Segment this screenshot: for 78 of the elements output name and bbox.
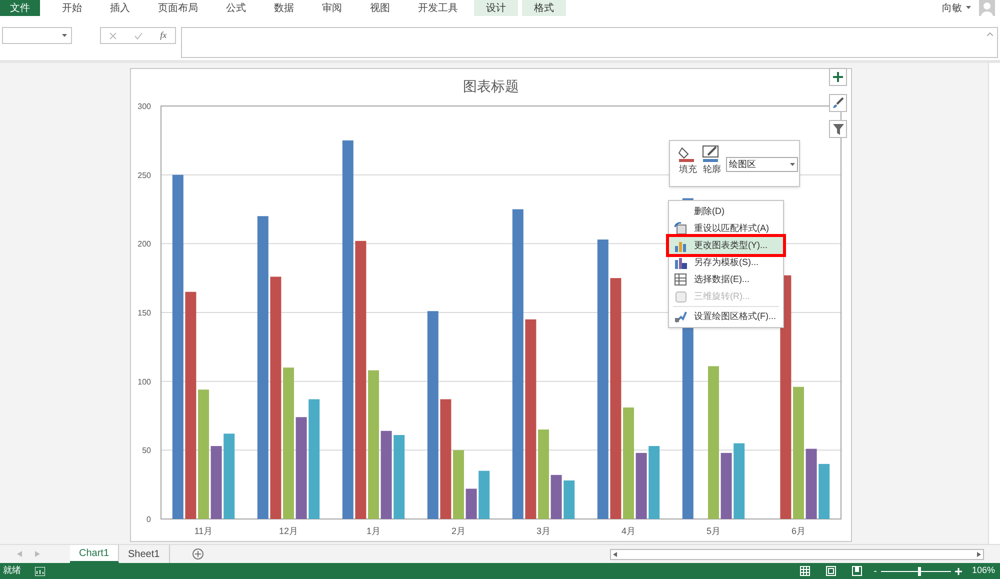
fill-label[interactable]: 填充 bbox=[679, 163, 697, 176]
bar bbox=[466, 488, 477, 519]
ribbon-tab[interactable]: 视图 bbox=[358, 0, 402, 16]
formula-input[interactable] bbox=[181, 27, 998, 58]
scroll-left-icon[interactable] bbox=[613, 552, 617, 556]
axis-label: 4月 bbox=[622, 526, 636, 536]
check-icon[interactable] bbox=[134, 32, 144, 40]
bar bbox=[818, 464, 830, 519]
bar bbox=[478, 470, 490, 519]
macro-icon[interactable] bbox=[35, 566, 45, 576]
axis-label: 0 bbox=[146, 515, 151, 524]
template-icon bbox=[674, 256, 688, 270]
reset-icon bbox=[674, 222, 688, 236]
axis-label: 100 bbox=[138, 377, 151, 386]
add-element-button[interactable] bbox=[829, 68, 847, 86]
axis-label: 12月 bbox=[279, 526, 298, 536]
page-layout-icon[interactable] bbox=[826, 566, 836, 576]
bar bbox=[564, 480, 575, 519]
zoom-level[interactable]: 106% bbox=[972, 564, 995, 578]
filter-button[interactable] bbox=[829, 120, 847, 138]
element-dropdown[interactable]: 绘图区 bbox=[726, 157, 798, 172]
bar bbox=[720, 452, 732, 519]
vertical-scrollbar[interactable] bbox=[988, 63, 1000, 544]
axis-label: 2月 bbox=[452, 526, 466, 536]
axis-label: 200 bbox=[138, 240, 151, 249]
axis-label: 250 bbox=[138, 170, 151, 180]
caret-icon bbox=[62, 34, 67, 38]
format-icon bbox=[674, 310, 688, 324]
style-button[interactable] bbox=[829, 94, 847, 112]
ribbon-tab[interactable]: 文件 bbox=[0, 0, 40, 16]
function-button[interactable]: fx bbox=[160, 28, 167, 42]
ribbon-tab[interactable]: 设计 bbox=[474, 0, 518, 16]
user-name[interactable]: 向敏 bbox=[942, 0, 962, 16]
ribbon-tab[interactable]: 数据 bbox=[262, 0, 306, 16]
bar bbox=[550, 474, 562, 519]
menu-item[interactable]: 选择数据(E)... bbox=[669, 271, 783, 288]
ribbon-tab[interactable]: 开始 bbox=[50, 0, 94, 16]
bar bbox=[806, 448, 817, 519]
menu-item[interactable]: 更改图表类型(Y)... bbox=[669, 237, 783, 254]
axis-label: 150 bbox=[138, 308, 151, 318]
sheet-tab[interactable]: Chart1 bbox=[70, 545, 120, 563]
outline-label[interactable]: 轮廓 bbox=[703, 163, 721, 176]
caret-icon bbox=[966, 6, 971, 10]
ribbon-tab[interactable]: 格式 bbox=[522, 0, 566, 16]
axis-label: 6月 bbox=[792, 526, 806, 536]
axis-label: 1月 bbox=[366, 526, 380, 536]
axis-label: 300 bbox=[138, 102, 151, 111]
zoom-in-icon[interactable] bbox=[954, 568, 962, 574]
horizontal-scrollbar[interactable] bbox=[610, 548, 984, 560]
normal-view-icon[interactable] bbox=[800, 566, 810, 576]
scroll-right-icon[interactable] bbox=[977, 552, 981, 556]
plus-icon bbox=[833, 72, 843, 82]
table-icon bbox=[674, 272, 688, 286]
menu-item[interactable]: 另存为模板(S)... bbox=[669, 254, 783, 271]
bar bbox=[636, 452, 647, 519]
ribbon-tab[interactable]: 插入 bbox=[98, 0, 142, 16]
status-text: 就绪 bbox=[3, 564, 21, 578]
axis-label: 50 bbox=[142, 446, 151, 456]
ribbon-tab[interactable]: 公式 bbox=[214, 0, 258, 16]
cube-icon bbox=[674, 290, 688, 304]
zoom-out-button[interactable]: - bbox=[874, 564, 877, 578]
menu-item[interactable]: 设置绘图区格式(F)... bbox=[669, 308, 783, 325]
page-break-icon[interactable] bbox=[852, 566, 862, 576]
ribbon-tab[interactable]: 页面布局 bbox=[146, 0, 210, 16]
zoom-slider-thumb[interactable] bbox=[918, 566, 922, 576]
ribbon-tab[interactable]: 审阅 bbox=[310, 0, 354, 16]
chart-title: 图表标题 bbox=[463, 78, 519, 94]
bar bbox=[453, 450, 464, 519]
ribbon-tab[interactable]: 开发工具 bbox=[406, 0, 470, 16]
axis-label: 5月 bbox=[706, 526, 720, 536]
add-sheet-icon[interactable] bbox=[192, 548, 204, 560]
caret-icon bbox=[790, 162, 795, 166]
brush-icon bbox=[832, 97, 844, 109]
menu-item[interactable]: 重设以匹配样式(A) bbox=[669, 220, 783, 237]
axis-label: 11月 bbox=[194, 526, 213, 536]
filter-icon bbox=[832, 124, 844, 134]
menu-item[interactable]: 删除(D) bbox=[669, 203, 783, 220]
axis-label: 3月 bbox=[536, 526, 550, 536]
